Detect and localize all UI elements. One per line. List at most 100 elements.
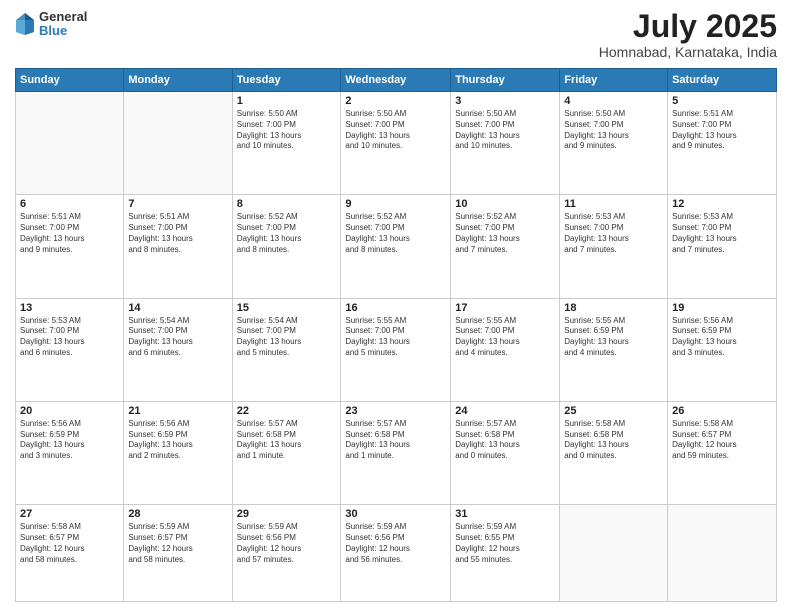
- calendar-cell: 2 Sunrise: 5:50 AM Sunset: 7:00 PM Daylig…: [341, 92, 451, 195]
- cell-details: Sunrise: 5:59 AM Sunset: 6:56 PM Dayligh…: [345, 522, 446, 565]
- day-number: 2: [345, 95, 446, 107]
- cell-details: Sunrise: 5:58 AM Sunset: 6:57 PM Dayligh…: [20, 522, 119, 565]
- calendar-cell: 6 Sunrise: 5:51 AM Sunset: 7:00 PM Daylig…: [16, 195, 124, 298]
- logo-icon: [15, 12, 35, 36]
- day-number: 16: [345, 302, 446, 314]
- calendar-table: SundayMondayTuesdayWednesdayThursdayFrid…: [15, 68, 777, 602]
- calendar-cell: 9 Sunrise: 5:52 AM Sunset: 7:00 PM Daylig…: [341, 195, 451, 298]
- cell-details: Sunrise: 5:55 AM Sunset: 7:00 PM Dayligh…: [345, 316, 446, 359]
- day-number: 17: [455, 302, 555, 314]
- cell-details: Sunrise: 5:50 AM Sunset: 7:00 PM Dayligh…: [564, 109, 663, 152]
- calendar-cell: 13 Sunrise: 5:53 AM Sunset: 7:00 PM Dayli…: [16, 298, 124, 401]
- day-number: 15: [237, 302, 337, 314]
- cell-details: Sunrise: 5:52 AM Sunset: 7:00 PM Dayligh…: [345, 212, 446, 255]
- day-number: 28: [128, 508, 227, 520]
- cell-details: Sunrise: 5:55 AM Sunset: 7:00 PM Dayligh…: [455, 316, 555, 359]
- day-header-sunday: Sunday: [16, 69, 124, 92]
- day-number: 8: [237, 198, 337, 210]
- calendar-cell: 5Sunrise: 5:51 AM Sunset: 7:00 PM Daylig…: [668, 92, 777, 195]
- cell-details: Sunrise: 5:59 AM Sunset: 6:57 PM Dayligh…: [128, 522, 227, 565]
- day-number: 30: [345, 508, 446, 520]
- day-header-monday: Monday: [124, 69, 232, 92]
- calendar-cell: 7 Sunrise: 5:51 AM Sunset: 7:00 PM Daylig…: [124, 195, 232, 298]
- calendar-cell: 28 Sunrise: 5:59 AM Sunset: 6:57 PM Dayli…: [124, 505, 232, 602]
- calendar-cell: 20 Sunrise: 5:56 AM Sunset: 6:59 PM Dayli…: [16, 401, 124, 504]
- day-number: 9: [345, 198, 446, 210]
- calendar-week-row: 13 Sunrise: 5:53 AM Sunset: 7:00 PM Dayli…: [16, 298, 777, 401]
- calendar-cell: [560, 505, 668, 602]
- cell-details: Sunrise: 5:56 AM Sunset: 6:59 PM Dayligh…: [128, 419, 227, 462]
- calendar-cell: 18Sunrise: 5:55 AM Sunset: 6:59 PM Dayli…: [560, 298, 668, 401]
- title-block: July 2025 Homnabad, Karnataka, India: [599, 10, 777, 60]
- cell-details: Sunrise: 5:52 AM Sunset: 7:00 PM Dayligh…: [237, 212, 337, 255]
- calendar-week-row: 27 Sunrise: 5:58 AM Sunset: 6:57 PM Dayli…: [16, 505, 777, 602]
- calendar-cell: 21 Sunrise: 5:56 AM Sunset: 6:59 PM Dayli…: [124, 401, 232, 504]
- day-number: 26: [672, 405, 772, 417]
- calendar-cell: 1 Sunrise: 5:50 AM Sunset: 7:00 PM Daylig…: [232, 92, 341, 195]
- cell-details: Sunrise: 5:50 AM Sunset: 7:00 PM Dayligh…: [345, 109, 446, 152]
- day-number: 19: [672, 302, 772, 314]
- calendar-cell: 16 Sunrise: 5:55 AM Sunset: 7:00 PM Dayli…: [341, 298, 451, 401]
- day-number: 4: [564, 95, 663, 107]
- day-number: 5: [672, 95, 772, 107]
- calendar-cell: 4 Sunrise: 5:50 AM Sunset: 7:00 PM Daylig…: [560, 92, 668, 195]
- day-number: 1: [237, 95, 337, 107]
- day-header-tuesday: Tuesday: [232, 69, 341, 92]
- day-number: 13: [20, 302, 119, 314]
- day-number: 14: [128, 302, 227, 314]
- calendar-cell: 17 Sunrise: 5:55 AM Sunset: 7:00 PM Dayli…: [451, 298, 560, 401]
- month-title: July 2025: [599, 10, 777, 42]
- day-header-friday: Friday: [560, 69, 668, 92]
- day-header-saturday: Saturday: [668, 69, 777, 92]
- cell-details: Sunrise: 5:53 AM Sunset: 7:00 PM Dayligh…: [20, 316, 119, 359]
- day-number: 25: [564, 405, 663, 417]
- calendar-cell: 15Sunrise: 5:54 AM Sunset: 7:00 PM Dayli…: [232, 298, 341, 401]
- day-number: 20: [20, 405, 119, 417]
- day-number: 23: [345, 405, 446, 417]
- day-number: 7: [128, 198, 227, 210]
- cell-details: Sunrise: 5:56 AM Sunset: 6:59 PM Dayligh…: [20, 419, 119, 462]
- calendar-cell: 27 Sunrise: 5:58 AM Sunset: 6:57 PM Dayli…: [16, 505, 124, 602]
- day-number: 11: [564, 198, 663, 210]
- calendar-cell: 14 Sunrise: 5:54 AM Sunset: 7:00 PM Dayli…: [124, 298, 232, 401]
- day-number: 10: [455, 198, 555, 210]
- logo-line1: General: [39, 10, 87, 24]
- calendar-cell: [668, 505, 777, 602]
- cell-details: Sunrise: 5:53 AM Sunset: 7:00 PM Dayligh…: [564, 212, 663, 255]
- day-number: 12: [672, 198, 772, 210]
- calendar-cell: 23 Sunrise: 5:57 AM Sunset: 6:58 PM Dayli…: [341, 401, 451, 504]
- calendar-week-row: 1 Sunrise: 5:50 AM Sunset: 7:00 PM Daylig…: [16, 92, 777, 195]
- cell-details: Sunrise: 5:57 AM Sunset: 6:58 PM Dayligh…: [345, 419, 446, 462]
- logo-text: General Blue: [39, 10, 87, 39]
- cell-details: Sunrise: 5:59 AM Sunset: 6:55 PM Dayligh…: [455, 522, 555, 565]
- cell-details: Sunrise: 5:54 AM Sunset: 7:00 PM Dayligh…: [128, 316, 227, 359]
- day-number: 21: [128, 405, 227, 417]
- day-header-wednesday: Wednesday: [341, 69, 451, 92]
- day-number: 22: [237, 405, 337, 417]
- calendar-cell: 25Sunrise: 5:58 AM Sunset: 6:58 PM Dayli…: [560, 401, 668, 504]
- day-number: 27: [20, 508, 119, 520]
- day-number: 24: [455, 405, 555, 417]
- cell-details: Sunrise: 5:57 AM Sunset: 6:58 PM Dayligh…: [237, 419, 337, 462]
- calendar-week-row: 6 Sunrise: 5:51 AM Sunset: 7:00 PM Daylig…: [16, 195, 777, 298]
- day-number: 3: [455, 95, 555, 107]
- calendar-cell: [16, 92, 124, 195]
- cell-details: Sunrise: 5:51 AM Sunset: 7:00 PM Dayligh…: [128, 212, 227, 255]
- cell-details: Sunrise: 5:50 AM Sunset: 7:00 PM Dayligh…: [237, 109, 337, 152]
- logo-line2: Blue: [39, 24, 87, 38]
- location-title: Homnabad, Karnataka, India: [599, 44, 777, 60]
- cell-details: Sunrise: 5:57 AM Sunset: 6:58 PM Dayligh…: [455, 419, 555, 462]
- logo: General Blue: [15, 10, 87, 39]
- cell-details: Sunrise: 5:50 AM Sunset: 7:00 PM Dayligh…: [455, 109, 555, 152]
- calendar-cell: 24 Sunrise: 5:57 AM Sunset: 6:58 PM Dayli…: [451, 401, 560, 504]
- cell-details: Sunrise: 5:51 AM Sunset: 7:00 PM Dayligh…: [20, 212, 119, 255]
- calendar-cell: 10Sunrise: 5:52 AM Sunset: 7:00 PM Dayli…: [451, 195, 560, 298]
- calendar-cell: 30 Sunrise: 5:59 AM Sunset: 6:56 PM Dayli…: [341, 505, 451, 602]
- calendar-cell: 29Sunrise: 5:59 AM Sunset: 6:56 PM Dayli…: [232, 505, 341, 602]
- day-number: 6: [20, 198, 119, 210]
- cell-details: Sunrise: 5:56 AM Sunset: 6:59 PM Dayligh…: [672, 316, 772, 359]
- day-number: 31: [455, 508, 555, 520]
- calendar-cell: 19 Sunrise: 5:56 AM Sunset: 6:59 PM Dayli…: [668, 298, 777, 401]
- day-header-thursday: Thursday: [451, 69, 560, 92]
- calendar-cell: 3 Sunrise: 5:50 AM Sunset: 7:00 PM Daylig…: [451, 92, 560, 195]
